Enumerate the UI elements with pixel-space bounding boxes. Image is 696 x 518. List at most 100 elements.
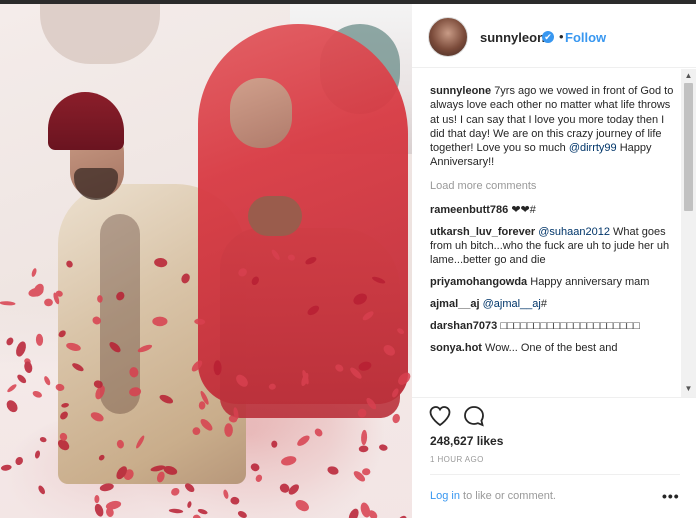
rose-petal: [15, 456, 23, 466]
rose-petal: [66, 342, 81, 351]
avatar[interactable]: [428, 17, 468, 57]
rose-petal: [72, 363, 84, 372]
login-link[interactable]: Log in: [430, 490, 460, 502]
list-item: priyamohangowda Happy anniversary mam: [430, 275, 676, 289]
rose-petal: [58, 330, 66, 338]
rose-petal: [372, 276, 386, 284]
scroll-up-arrow-icon[interactable]: ▲: [681, 71, 696, 81]
comment-text: Wow... One of the best and: [485, 341, 618, 354]
divider: [412, 397, 696, 398]
rose-petal: [150, 465, 166, 472]
rose-petal: [357, 408, 367, 418]
rose-petal: [307, 305, 320, 316]
rose-petal: [152, 316, 168, 327]
rose-petal: [198, 401, 206, 410]
more-options-icon[interactable]: •••: [662, 488, 680, 504]
follow-button[interactable]: Follow: [565, 30, 606, 45]
list-item: rameenbutt786 ❤❤#: [430, 203, 676, 217]
list-item: darshan7073 □□□□□□□□□□□□□□□□□□□□□: [430, 319, 676, 333]
comment-text: Happy anniversary mam: [530, 275, 650, 288]
rose-petal: [314, 428, 323, 437]
rose-petal: [154, 257, 168, 268]
rose-petal: [109, 342, 121, 353]
rose-petals: [0, 249, 411, 518]
rose-petal: [271, 249, 280, 260]
rose-petal: [17, 374, 27, 384]
rose-petal: [398, 372, 411, 385]
rose-petal: [60, 411, 68, 420]
comment-username[interactable]: sonya.hot: [430, 342, 482, 354]
rose-petal: [184, 483, 195, 493]
rose-petal: [194, 318, 206, 325]
rose-petal: [136, 435, 145, 449]
comment-username[interactable]: darshan7073: [430, 320, 497, 332]
comment-text: #: [540, 297, 547, 310]
comment-username[interactable]: ajmal__aj: [430, 298, 480, 310]
heart-icon[interactable]: [428, 404, 452, 428]
rose-petal: [99, 483, 114, 492]
rose-petal: [97, 295, 103, 303]
rose-petal: [353, 293, 367, 305]
likes-count[interactable]: 248,627 likes: [430, 434, 503, 448]
rose-petal: [31, 268, 37, 277]
comment-text: ❤❤#: [511, 203, 536, 216]
comments-scrollbar[interactable]: ▲ ▼: [681, 69, 696, 397]
caption-username[interactable]: sunnyleone: [430, 85, 491, 97]
comment-username[interactable]: rameenbutt786: [430, 204, 508, 216]
rose-petal: [271, 440, 278, 448]
rose-petal: [55, 383, 65, 391]
verified-badge-icon: ✔: [542, 31, 554, 43]
rose-petal: [383, 344, 395, 356]
rose-petal: [236, 374, 248, 387]
rose-petal: [392, 388, 399, 398]
post-header: sunnyleone ✔ • Follow: [412, 4, 696, 68]
rose-petal: [6, 400, 18, 413]
comment-list: sunnyleone 7yrs ago we vowed in front of…: [430, 84, 676, 363]
rose-petal: [0, 301, 16, 306]
rose-petal: [163, 465, 178, 475]
comment-mention[interactable]: @suhaan2012: [538, 226, 610, 238]
rose-petal: [268, 383, 276, 390]
rose-petal: [358, 445, 369, 453]
rose-petal: [66, 260, 73, 268]
rose-petal: [305, 257, 317, 265]
divider: [430, 474, 680, 475]
rose-petal: [348, 508, 359, 518]
rose-petal: [92, 316, 101, 325]
rose-petal: [192, 514, 201, 518]
rose-petal: [0, 464, 12, 471]
rose-petal: [94, 503, 104, 517]
rose-petal: [327, 466, 339, 475]
rose-petal: [251, 276, 259, 286]
comment-icon[interactable]: [462, 404, 486, 428]
caption-mention[interactable]: @dirrty99: [569, 142, 617, 154]
rose-petal: [213, 360, 222, 376]
rose-petal: [237, 511, 247, 518]
list-item: ajmal__aj @ajmal__aj#: [430, 297, 676, 311]
rose-petal: [192, 427, 201, 436]
rose-petal: [287, 254, 295, 261]
load-more-comments-button[interactable]: Load more comments: [430, 180, 676, 192]
rose-petal: [159, 394, 174, 404]
rose-petal: [297, 435, 310, 446]
post-timestamp[interactable]: 1 HOUR AGO: [430, 455, 484, 464]
caption: sunnyleone 7yrs ago we vowed in front of…: [430, 84, 676, 170]
rose-petal: [398, 515, 407, 518]
rose-petal: [39, 437, 47, 443]
rose-petal: [223, 489, 229, 499]
post-side-panel: sunnyleone ✔ • Follow sunnyleone 7yrs ag…: [412, 4, 696, 518]
comments-area[interactable]: sunnyleone 7yrs ago we vowed in front of…: [412, 69, 696, 397]
comment-username[interactable]: utkarsh_luv_forever: [430, 226, 535, 238]
rose-petal: [358, 361, 372, 371]
rose-petal: [238, 268, 247, 277]
scroll-down-arrow-icon[interactable]: ▼: [681, 384, 696, 394]
post-photo[interactable]: [0, 4, 412, 518]
rose-petal: [191, 360, 203, 372]
comment-username[interactable]: priyamohangowda: [430, 276, 527, 288]
rose-petal: [171, 487, 180, 496]
rose-petal: [129, 367, 139, 378]
rose-petal: [250, 463, 260, 472]
scrollbar-thumb[interactable]: [684, 83, 693, 211]
comment-mention[interactable]: @ajmal__aj: [483, 298, 541, 310]
rose-petal: [98, 454, 105, 461]
